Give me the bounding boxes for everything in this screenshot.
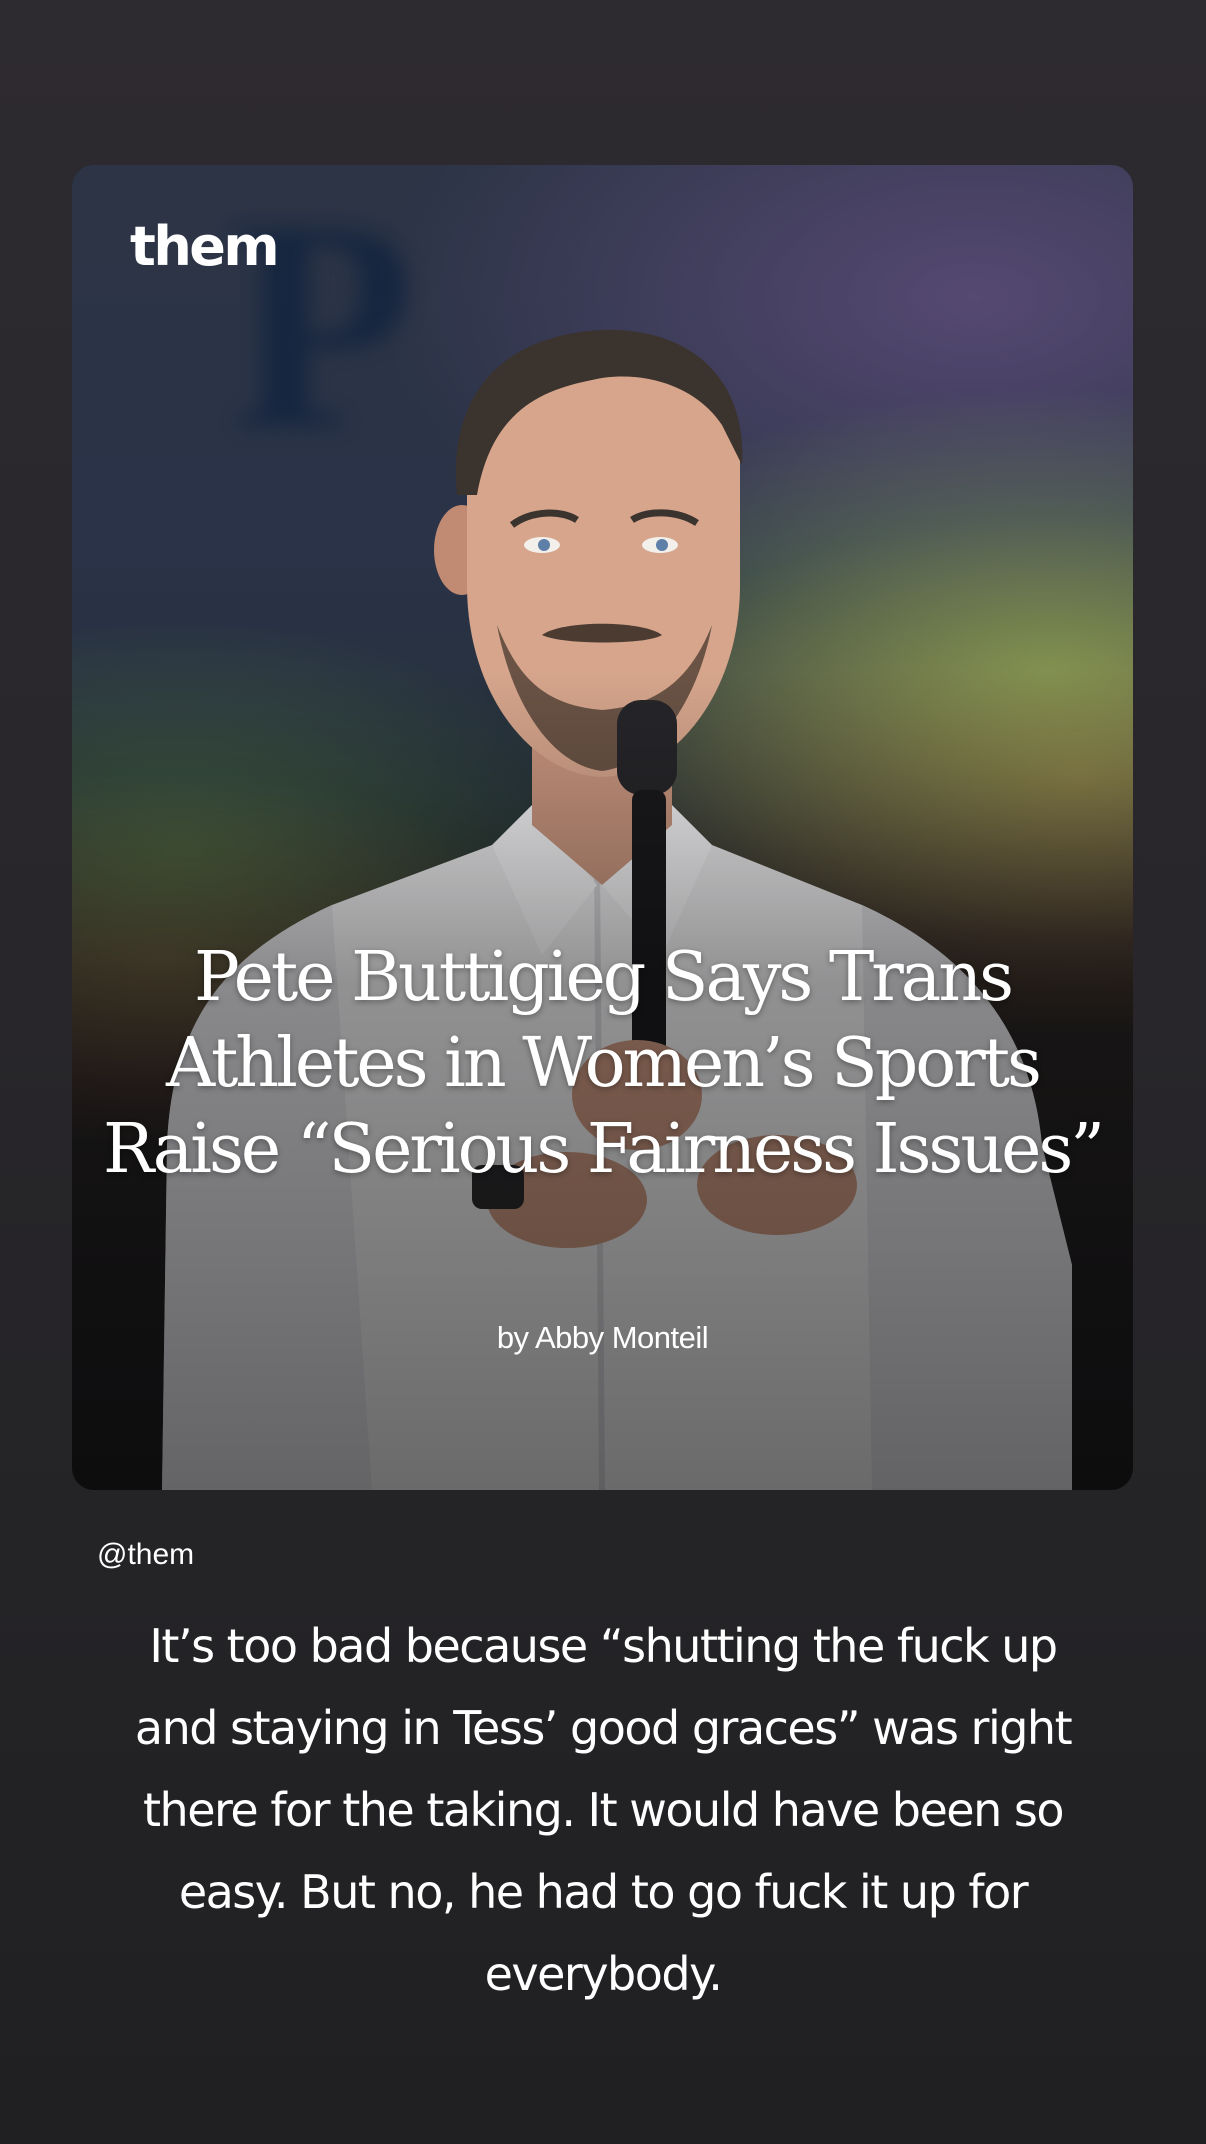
story-caption-text: It’s too bad because “shutting the fuck … <box>134 1619 1073 2001</box>
article-headline: Pete Buttigieg Says Trans Athletes in Wo… <box>102 938 1105 1189</box>
shared-post-card[interactable]: P them Pete Buttigieg Says Trans Athlete… <box>72 165 1133 1490</box>
account-mention-link[interactable]: @them <box>97 1538 194 1572</box>
brand-logo: them <box>130 215 280 278</box>
article-byline: by Abby Monteil <box>496 1320 709 1355</box>
